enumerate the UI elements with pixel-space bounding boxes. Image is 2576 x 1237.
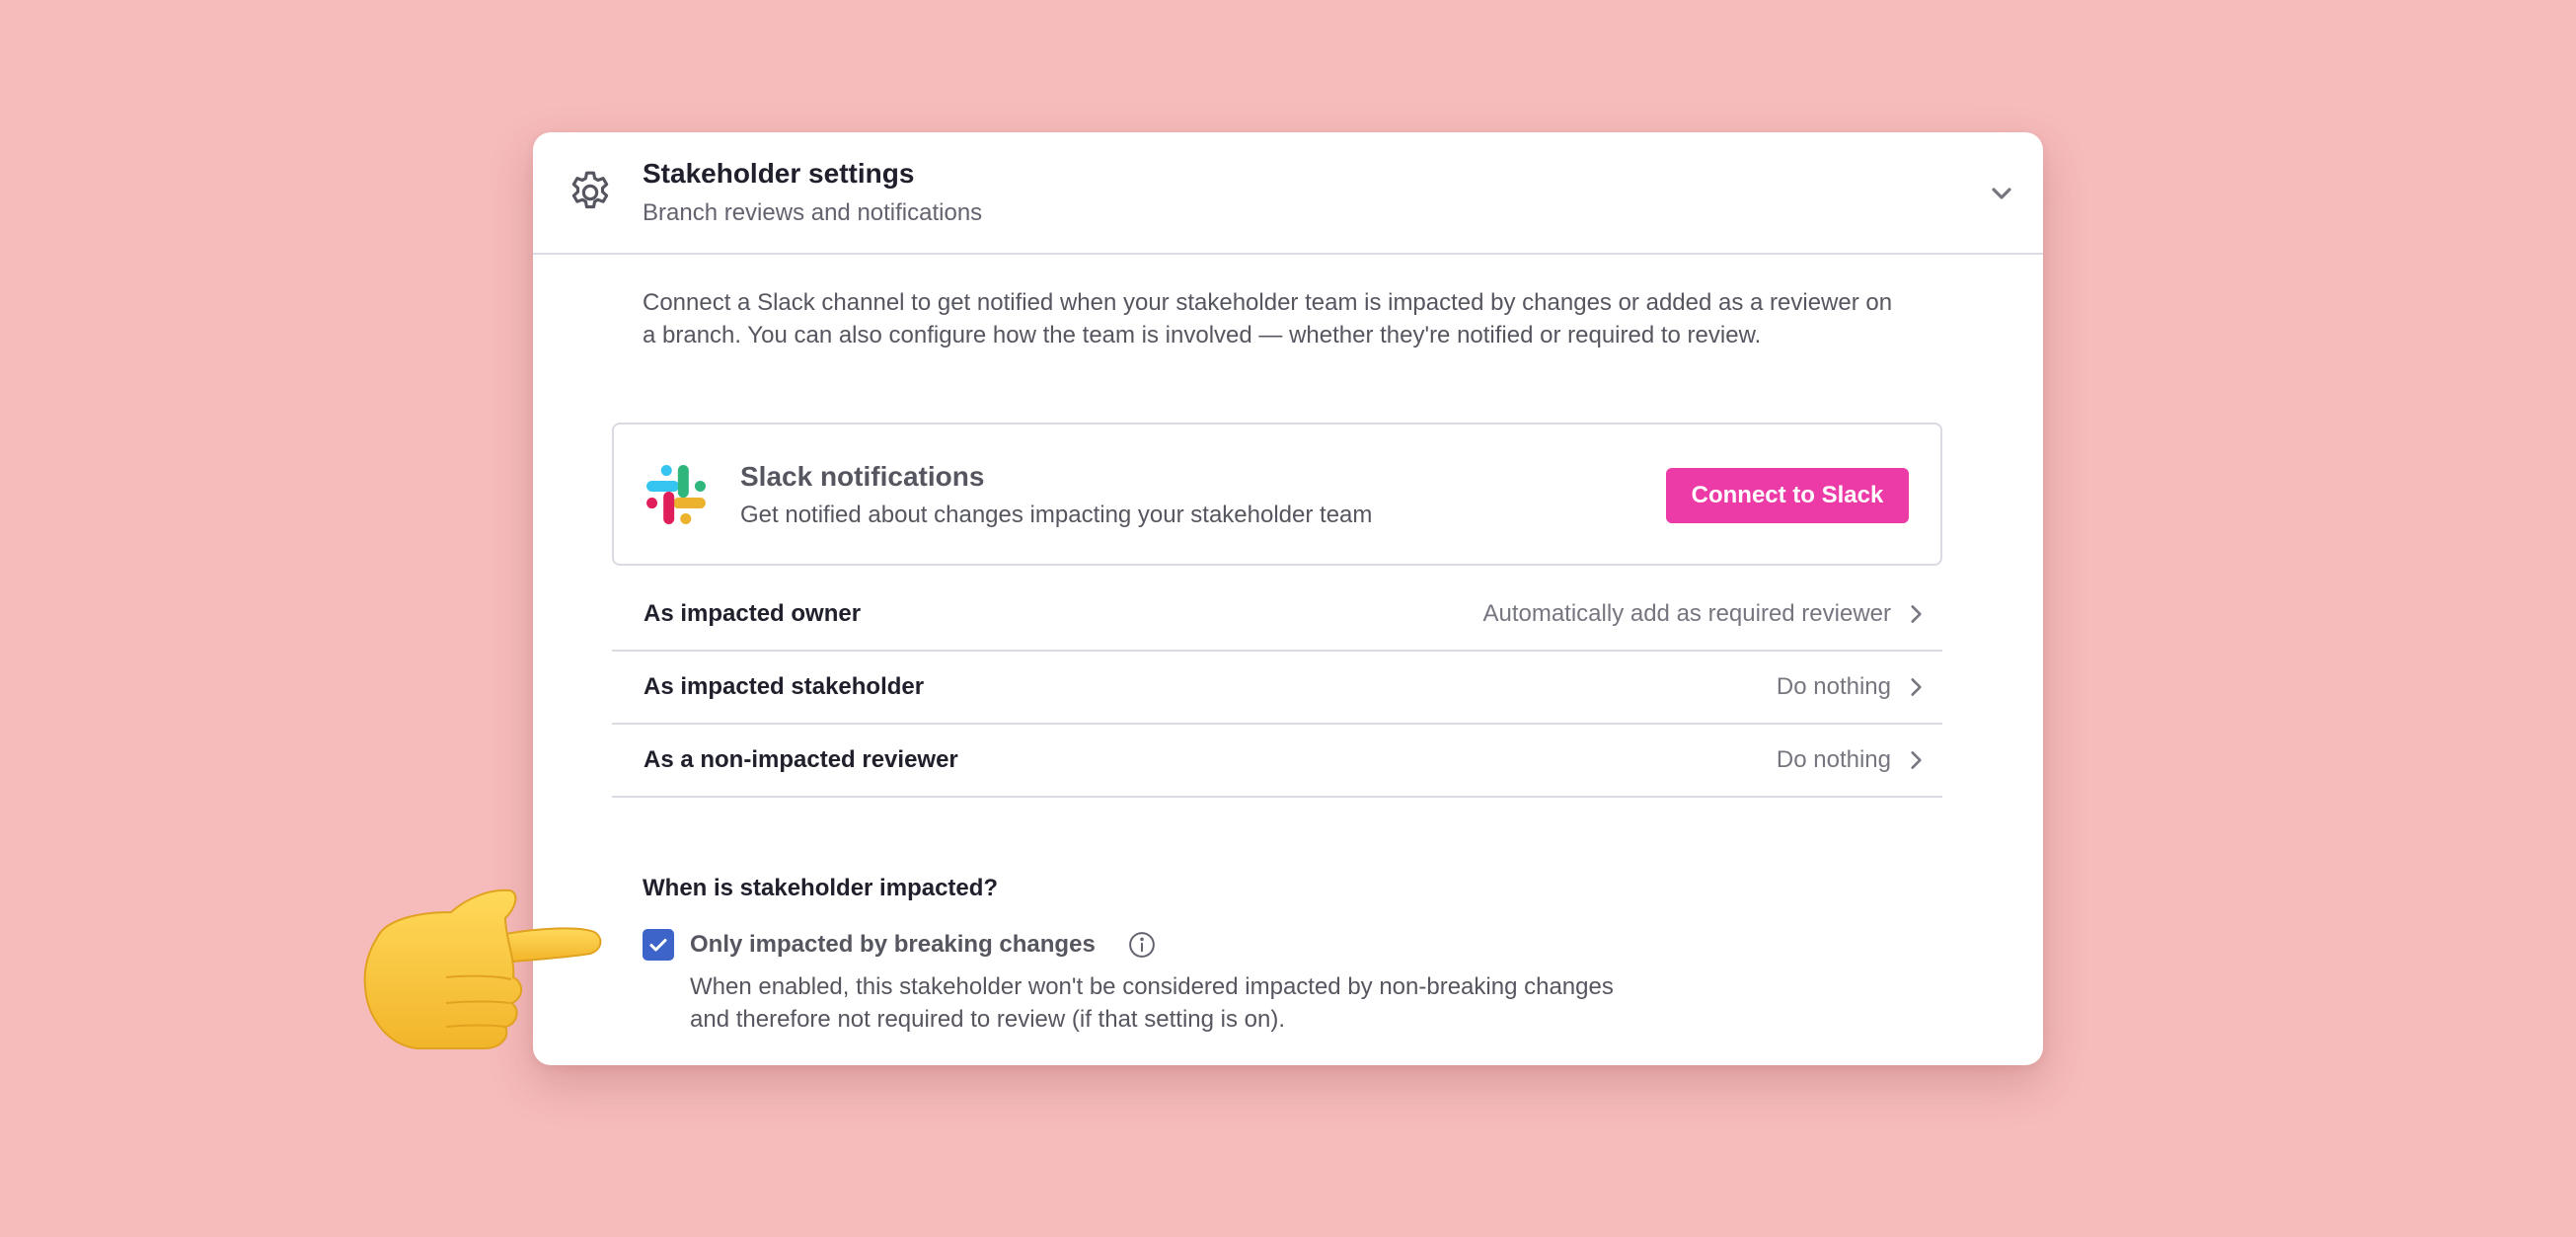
row-label: As impacted stakeholder: [644, 673, 925, 700]
page-title: Stakeholder settings: [643, 158, 915, 189]
checkbox-help-text: When enabled, this stakeholder won't be …: [690, 973, 1614, 1033]
info-icon[interactable]: [1127, 930, 1157, 960]
row-value: Do nothing: [1776, 673, 1891, 700]
checkbox-label[interactable]: Only impacted by breaking changes: [690, 931, 1096, 959]
row-impacted-owner[interactable]: As impacted owner Automatically add as r…: [612, 579, 1942, 652]
row-impacted-stakeholder[interactable]: As impacted stakeholder Do nothing: [612, 652, 1942, 725]
slack-logo-icon: [646, 465, 706, 524]
chevron-down-icon[interactable]: [1986, 178, 2017, 209]
connect-to-slack-button[interactable]: Connect to Slack: [1666, 468, 1909, 523]
breaking-changes-checkbox[interactable]: [643, 929, 674, 961]
stakeholder-settings-card: Stakeholder settings Branch reviews and …: [533, 132, 2043, 1065]
involvement-list: As impacted owner Automatically add as r…: [612, 579, 1942, 798]
checkmark-icon: [649, 939, 667, 952]
card-header[interactable]: Stakeholder settings Branch reviews and …: [533, 132, 2043, 255]
settings-description: Connect a Slack channel to get notified …: [643, 289, 1893, 348]
impact-section-title: When is stakeholder impacted?: [643, 875, 999, 901]
slack-notifications-panel: Slack notifications Get notified about c…: [612, 423, 1942, 566]
gear-icon: [571, 171, 609, 209]
row-non-impacted-reviewer[interactable]: As a non-impacted reviewer Do nothing: [612, 725, 1942, 798]
page-subtitle: Branch reviews and notifications: [643, 199, 983, 226]
chevron-right-icon: [1911, 678, 1922, 696]
row-value: Automatically add as required reviewer: [1482, 600, 1891, 627]
slack-title: Slack notifications: [740, 461, 985, 492]
chevron-right-icon: [1911, 605, 1922, 623]
row-value: Do nothing: [1776, 746, 1891, 773]
row-label: As a non-impacted reviewer: [644, 746, 958, 773]
slack-subtitle: Get notified about changes impacting you…: [740, 502, 1373, 528]
pointing-hand-icon: [363, 889, 602, 1049]
row-label: As impacted owner: [644, 600, 862, 627]
chevron-right-icon: [1911, 751, 1922, 769]
